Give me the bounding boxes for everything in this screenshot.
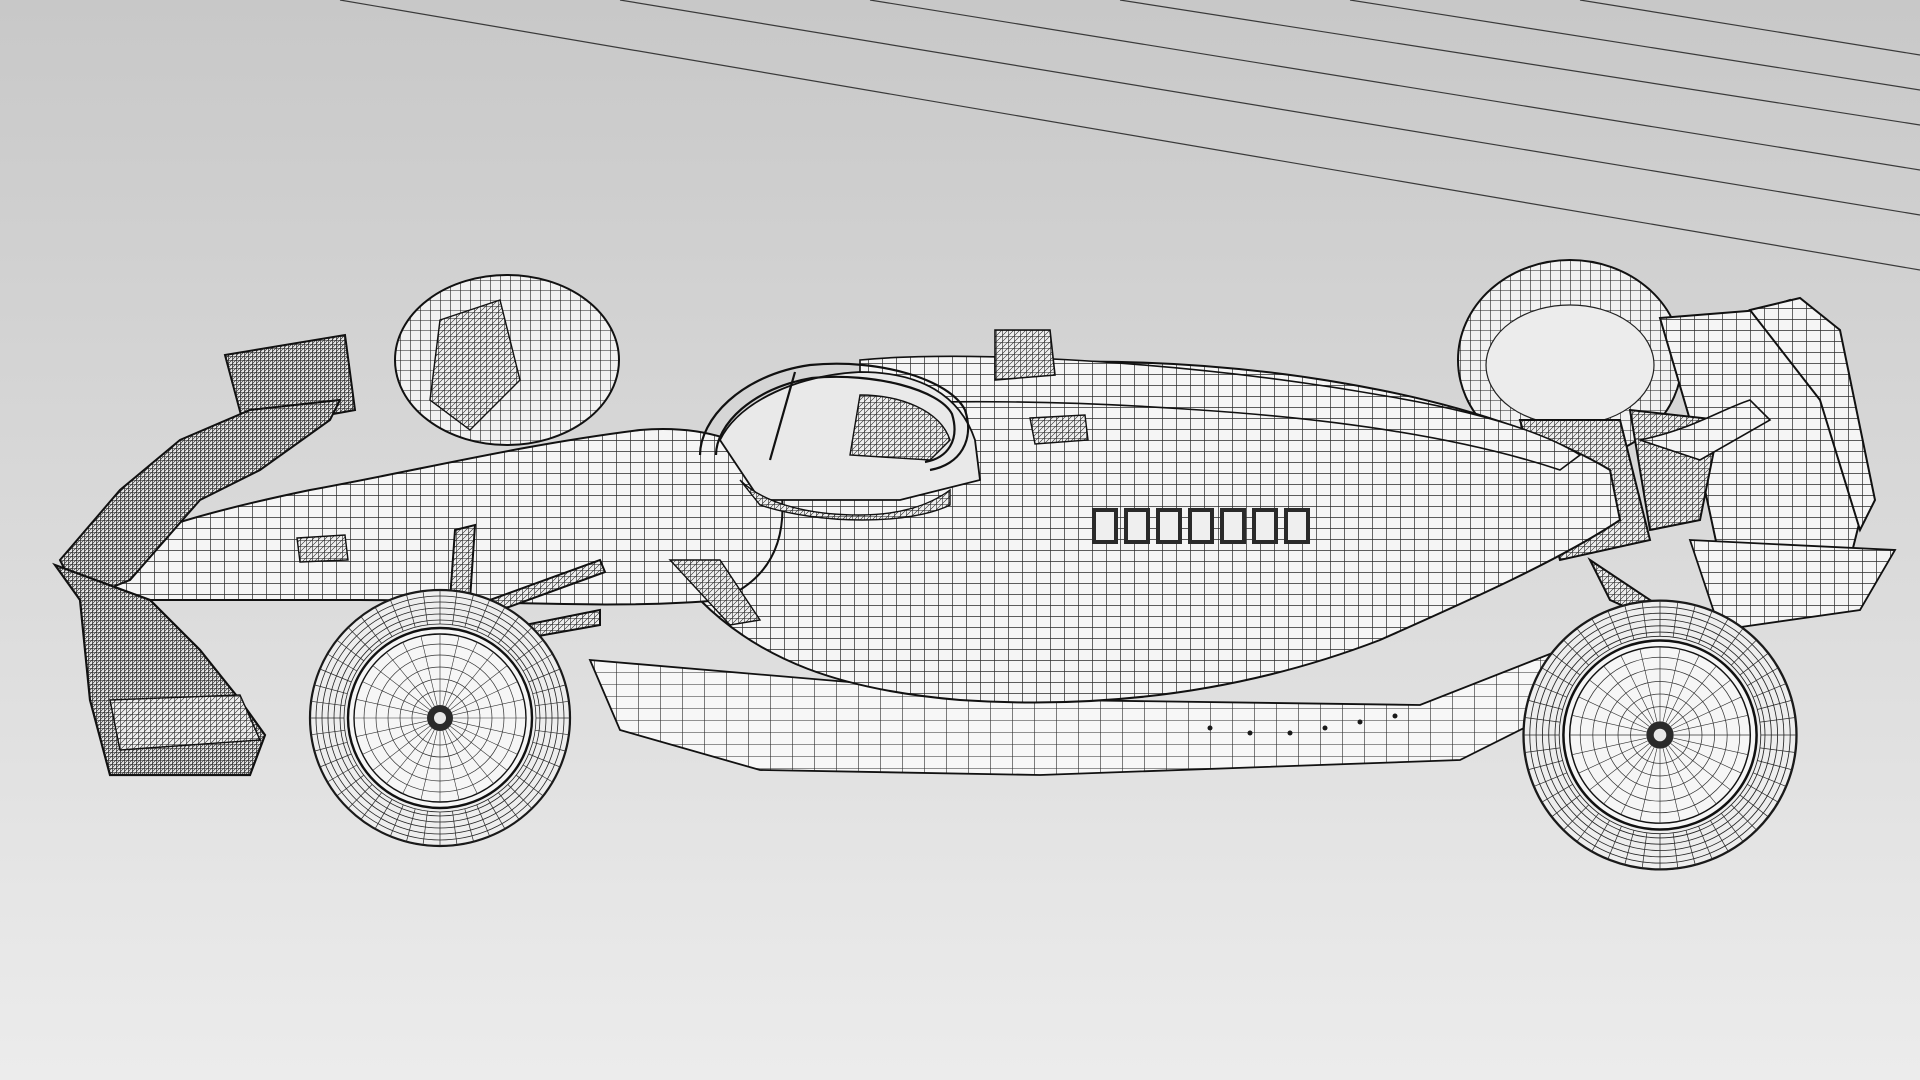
nose-camera-pod — [296, 534, 349, 563]
render-viewport — [0, 0, 1920, 1080]
rear-near-wheel — [1522, 599, 1798, 871]
front-wing-flap — [109, 694, 262, 751]
mirror — [1029, 414, 1089, 445]
airbox — [994, 329, 1056, 381]
front-near-wheel — [308, 588, 572, 848]
wireframe-render — [0, 0, 1920, 1080]
front-far-wheel — [394, 274, 620, 446]
